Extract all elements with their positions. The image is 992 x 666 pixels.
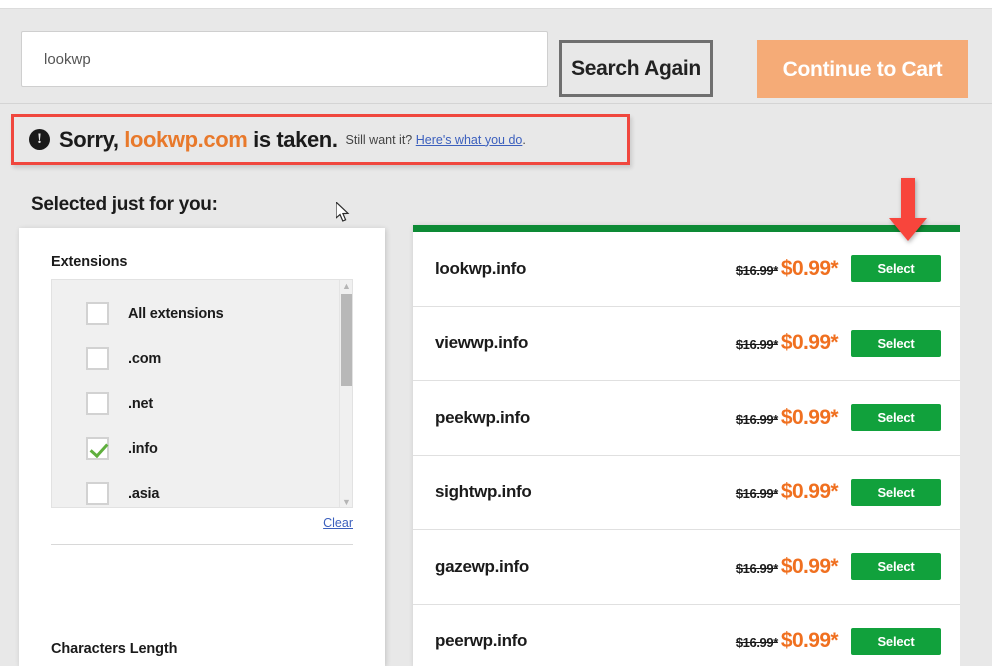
table-row[interactable]: viewwp.info $16.99* $0.99* Select (413, 307, 960, 381)
search-toolbar: Search Again Continue to Cart (0, 10, 992, 102)
checkbox-all-extensions[interactable] (86, 302, 109, 325)
table-row[interactable]: sightwp.info $16.99* $0.99* Select (413, 456, 960, 530)
extension-option-com[interactable]: .com (52, 336, 352, 381)
price-original: $16.99* (735, 560, 778, 576)
checkbox-asia[interactable] (86, 482, 109, 505)
select-button[interactable]: Select (851, 404, 941, 432)
top-strip (0, 0, 992, 9)
price-block: $16.99* $0.99* (735, 629, 839, 653)
price-block: $16.99* $0.99* (735, 256, 839, 281)
alert-still-want-it: Still want it? (345, 132, 413, 147)
extension-option-asia[interactable]: .asia (52, 471, 352, 507)
filter-divider (51, 544, 353, 545)
select-button[interactable]: Select (851, 553, 941, 581)
extension-label: .net (128, 395, 153, 412)
checkbox-com[interactable] (86, 347, 109, 370)
price-original: $16.99* (735, 411, 778, 427)
alert-suffix: is taken. (247, 126, 338, 152)
price-block: $16.99* $0.99* (735, 405, 839, 430)
characters-length-heading: Characters Length (51, 641, 178, 657)
extension-label: All extensions (128, 305, 224, 322)
domain-name: sightwp.info (435, 482, 532, 502)
chevron-up-icon[interactable]: ▲ (340, 280, 352, 293)
extension-label: .com (128, 350, 162, 367)
price-sale: $0.99* (780, 480, 839, 504)
extensions-scrollbar[interactable]: ▲ ▼ (339, 280, 352, 507)
price-block: $16.99* $0.99* (735, 331, 839, 355)
domain-taken-alert: ! Sorry, lookwp.com is taken. Still want… (11, 114, 630, 165)
alert-message: Sorry, lookwp.com is taken. (59, 127, 338, 153)
extension-label: .info (128, 440, 158, 457)
price-block: $16.99* $0.99* (735, 554, 839, 579)
checkbox-info[interactable] (86, 437, 109, 460)
select-button[interactable]: Select (851, 627, 941, 655)
search-input[interactable] (21, 31, 548, 87)
price-original: $16.99* (735, 337, 778, 353)
domain-name: peerwp.info (435, 631, 528, 651)
price-original: $16.99* (735, 635, 778, 651)
chevron-down-icon[interactable]: ▼ (340, 496, 352, 507)
select-button[interactable]: Select (851, 329, 941, 357)
select-button[interactable]: Select (851, 478, 941, 506)
mouse-cursor-icon (336, 202, 350, 222)
page-title: Selected just for you: (31, 194, 218, 215)
right-gutter (960, 167, 992, 666)
alert-domain: lookwp.com (124, 126, 248, 152)
extension-option-all[interactable]: All extensions (52, 291, 352, 336)
checkbox-net[interactable] (86, 392, 109, 415)
price-block: $16.99* $0.99* (735, 480, 839, 504)
filters-panel: Extensions All extensions .com .net .inf… (19, 228, 385, 666)
price-sale: $0.99* (780, 331, 839, 355)
price-sale: $0.99* (780, 256, 839, 280)
domain-name: viewwp.info (435, 333, 529, 353)
domain-name: lookwp.info (435, 258, 527, 278)
clear-filters-link[interactable]: Clear (323, 516, 353, 530)
price-original: $16.99* (735, 486, 778, 502)
heres-what-you-do-link[interactable]: Here's what you do (416, 133, 523, 147)
table-row[interactable]: peerwp.info $16.99* $0.99* Select (413, 605, 960, 666)
continue-to-cart-button[interactable]: Continue to Cart (757, 40, 968, 98)
price-sale: $0.99* (780, 629, 839, 653)
extension-label: .asia (128, 485, 160, 502)
price-sale: $0.99* (780, 554, 839, 578)
extension-option-net[interactable]: .net (52, 381, 352, 426)
table-row[interactable]: gazewp.info $16.99* $0.99* Select (413, 530, 960, 605)
extensions-heading: Extensions (51, 254, 128, 270)
scrollbar-thumb[interactable] (341, 294, 352, 386)
alert-period: . (522, 132, 526, 147)
exclamation-circle-icon: ! (29, 129, 50, 150)
extension-option-info[interactable]: .info (52, 426, 352, 471)
alert-prefix: Sorry, (59, 126, 125, 152)
alert-region: ! Sorry, lookwp.com is taken. Still want… (0, 103, 992, 167)
table-row[interactable]: lookwp.info $16.99* $0.99* Select (413, 232, 960, 307)
select-button[interactable]: Select (851, 255, 941, 283)
page-root: Search Again Continue to Cart ! Sorry, l… (0, 0, 992, 666)
search-again-button[interactable]: Search Again (559, 40, 713, 97)
price-original: $16.99* (735, 262, 778, 278)
table-row[interactable]: peekwp.info $16.99* $0.99* Select (413, 381, 960, 456)
alert-subtext: Still want it? Here's what you do. (346, 133, 526, 147)
price-sale: $0.99* (780, 405, 839, 429)
domain-name: peekwp.info (435, 407, 530, 427)
extensions-listbox[interactable]: All extensions .com .net .info .asia .in (51, 279, 353, 508)
domain-results-panel: lookwp.info $16.99* $0.99* Select viewwp… (413, 225, 960, 666)
domain-name: gazewp.info (435, 556, 529, 576)
